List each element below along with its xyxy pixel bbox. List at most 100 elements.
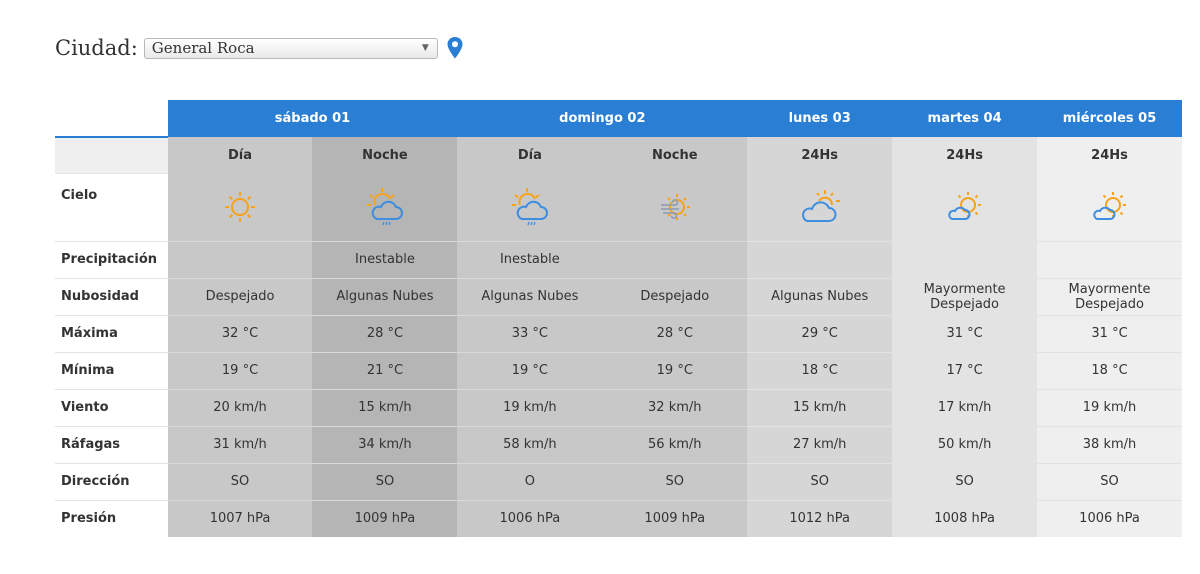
presion-row: Presión 1007 hPa 1009 hPa 1006 hPa 1009 … (55, 499, 1182, 537)
table-cell: 17 °C (892, 351, 1038, 389)
sky-cell (167, 173, 313, 241)
period-header: 24Hs (892, 137, 1038, 173)
row-label: Dirección (55, 462, 168, 500)
sun-icon (225, 191, 256, 222)
table-cell: Despejado (602, 277, 748, 315)
period-header: 24Hs (747, 137, 893, 173)
table-cell: 28 °C (602, 314, 748, 352)
table-cell: 27 km/h (747, 425, 893, 463)
table-cell: Algunas Nubes (747, 277, 893, 315)
day-header: martes 04 (892, 100, 1038, 137)
row-label: Presión (55, 499, 168, 537)
city-select-value: General Roca (151, 39, 255, 57)
sky-row: Cielo (55, 173, 1182, 241)
table-cell: 32 °C (167, 314, 313, 352)
day-header: miércoles 05 (1037, 100, 1182, 137)
period-header: Noche (602, 137, 748, 173)
minima-row: Mínima 19 °C 21 °C 19 °C 19 °C 18 °C 17 … (55, 351, 1182, 389)
row-label: Precipitación (55, 240, 168, 278)
table-cell (892, 240, 1038, 278)
row-label: Mínima (55, 351, 168, 389)
period-header: Día (167, 137, 313, 173)
table-cell: SO (167, 462, 313, 500)
table-cell: 19 °C (602, 351, 748, 389)
row-label: Nubosidad (55, 277, 168, 315)
table-cell (1037, 240, 1182, 278)
sun-wind-icon (660, 193, 690, 220)
precipitacion-row: Precipitación Inestable Inestable (55, 240, 1182, 278)
table-cell: 15 km/h (747, 388, 893, 426)
table-cell: SO (1037, 462, 1182, 500)
table-cell: 1008 hPa (892, 499, 1038, 537)
table-cell: Mayormente Despejado (1037, 277, 1182, 315)
table-cell: 32 km/h (602, 388, 748, 426)
table-cell (167, 240, 313, 278)
table-cell: SO (892, 462, 1038, 500)
table-cell: 31 °C (1037, 314, 1182, 352)
sun-small-cloud-icon (1092, 191, 1126, 220)
table-cell: 19 °C (167, 351, 313, 389)
sky-cell (892, 173, 1038, 241)
day-header: lunes 03 (747, 100, 893, 137)
table-cell: Inestable (312, 240, 458, 278)
table-cell: Mayormente Despejado (892, 277, 1038, 315)
chevron-down-icon: ▼ (421, 42, 429, 53)
table-cell: 50 km/h (892, 425, 1038, 463)
table-cell: 1006 hPa (1037, 499, 1182, 537)
table-cell: 1009 hPa (312, 499, 458, 537)
sun-small-cloud-icon (947, 191, 981, 220)
table-cell: 18 °C (747, 351, 893, 389)
table-cell: 31 °C (892, 314, 1038, 352)
city-selector-row: Ciudad: General Roca ▼ (55, 33, 464, 63)
table-cell: 1012 hPa (747, 499, 893, 537)
table-cell: Inestable (457, 240, 603, 278)
table-cell: O (457, 462, 603, 500)
table-cell: 29 °C (747, 314, 893, 352)
city-label: Ciudad: (55, 36, 138, 60)
header-corner (55, 100, 168, 138)
table-cell: 21 °C (312, 351, 458, 389)
table-cell: SO (747, 462, 893, 500)
day-header: domingo 02 (457, 100, 748, 137)
periods-row: Día Noche Día Noche 24Hs 24Hs 24Hs (55, 137, 1182, 174)
row-label: Cielo (55, 173, 168, 241)
table-cell: 15 km/h (312, 388, 458, 426)
table-cell: 33 °C (457, 314, 603, 352)
table-cell: Algunas Nubes (457, 277, 603, 315)
table-cell: 19 km/h (457, 388, 603, 426)
sky-cell (1037, 173, 1182, 241)
period-header: Día (457, 137, 603, 173)
period-header: Noche (312, 137, 458, 173)
table-cell: 1009 hPa (602, 499, 748, 537)
table-cell: SO (312, 462, 458, 500)
days-header-row: sábado 01 domingo 02 lunes 03 martes 04 … (55, 100, 1182, 138)
row-label: Máxima (55, 314, 168, 352)
table-cell: 31 km/h (167, 425, 313, 463)
forecast-table: sábado 01 domingo 02 lunes 03 martes 04 … (55, 100, 1182, 537)
sun-cloud-rain-icon (511, 187, 548, 225)
table-cell: 56 km/h (602, 425, 748, 463)
day-header: sábado 01 (167, 100, 458, 137)
row-label: Viento (55, 388, 168, 426)
table-cell: 34 km/h (312, 425, 458, 463)
viento-row: Viento 20 km/h 15 km/h 19 km/h 32 km/h 1… (55, 388, 1182, 426)
table-cell: 38 km/h (1037, 425, 1182, 463)
table-cell: 19 km/h (1037, 388, 1182, 426)
nubosidad-row: Nubosidad Despejado Algunas Nubes Alguna… (55, 277, 1182, 315)
sky-cell (312, 173, 458, 241)
sky-cell (747, 173, 893, 241)
table-cell: 20 km/h (167, 388, 313, 426)
table-cell: 19 °C (457, 351, 603, 389)
sun-cloud-icon (801, 189, 840, 222)
period-header: 24Hs (1037, 137, 1182, 173)
table-cell (602, 240, 748, 278)
location-pin-icon[interactable] (446, 36, 464, 60)
row-label: Ráfagas (55, 425, 168, 463)
city-select[interactable]: General Roca ▼ (143, 37, 438, 59)
periods-corner (55, 137, 168, 174)
table-cell: SO (602, 462, 748, 500)
table-cell: 1007 hPa (167, 499, 313, 537)
table-cell: 1006 hPa (457, 499, 603, 537)
table-cell (747, 240, 893, 278)
sky-cell (457, 173, 603, 241)
